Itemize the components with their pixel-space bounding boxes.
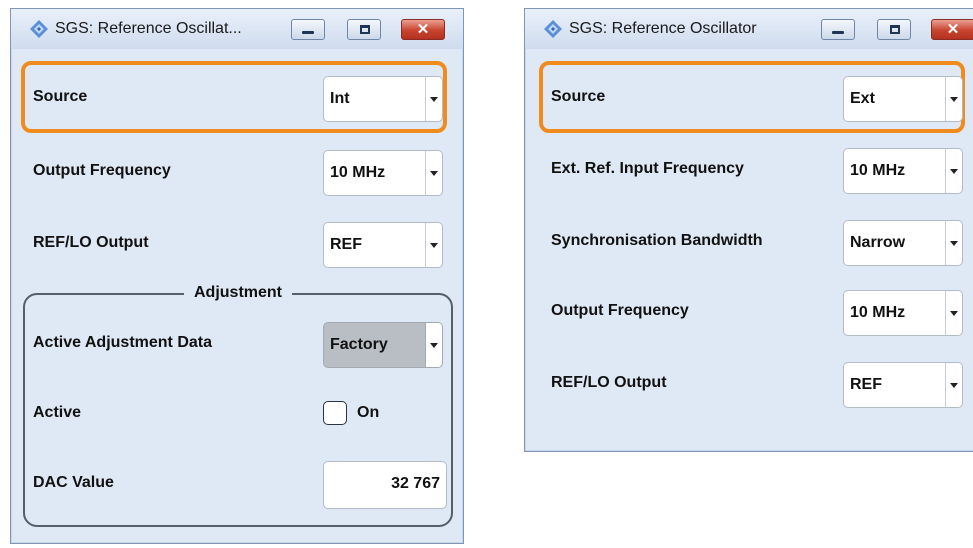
- title-bar[interactable]: SGS: Reference Oscillat... ✕: [11, 9, 463, 49]
- sync-bandwidth-row: Synchronisation Bandwidth Narrow: [525, 213, 973, 269]
- ref-lo-output-label: REF/LO Output: [551, 374, 667, 391]
- dac-value: 32 767: [391, 475, 440, 492]
- window-title: SGS: Reference Oscillator: [569, 20, 757, 37]
- sync-bandwidth-label: Synchronisation Bandwidth: [551, 232, 763, 249]
- chevron-down-icon[interactable]: [425, 223, 442, 267]
- ref-lo-output-value: REF: [330, 236, 362, 253]
- ref-lo-output-label: REF/LO Output: [33, 234, 149, 251]
- active-adjustment-data-label: Active Adjustment Data: [33, 334, 212, 351]
- close-icon: ✕: [416, 21, 430, 38]
- chevron-down-icon[interactable]: [425, 151, 442, 195]
- sync-bandwidth-select[interactable]: Narrow: [843, 220, 963, 266]
- source-value: Int: [330, 90, 350, 107]
- title-bar[interactable]: SGS: Reference Oscillator ✕: [525, 9, 973, 49]
- reference-oscillator-window-int: SGS: Reference Oscillat... ✕ Source Int …: [10, 8, 464, 544]
- dac-value-row: DAC Value 32 767: [11, 455, 463, 511]
- chevron-down-icon[interactable]: [945, 77, 962, 121]
- source-select[interactable]: Ext: [843, 76, 963, 122]
- source-row: Source Int: [11, 69, 463, 125]
- ref-lo-output-value: REF: [850, 376, 882, 393]
- active-adjustment-data-row: Active Adjustment Data Factory: [11, 315, 463, 371]
- active-adjustment-data-select[interactable]: Factory: [323, 322, 443, 368]
- window-title: SGS: Reference Oscillat...: [55, 20, 242, 37]
- output-frequency-row: Output Frequency 10 MHz: [11, 143, 463, 199]
- chevron-down-icon[interactable]: [945, 291, 962, 335]
- output-frequency-label: Output Frequency: [551, 302, 689, 319]
- minimize-icon: [302, 31, 314, 34]
- sync-bandwidth-value: Narrow: [850, 234, 906, 251]
- output-frequency-select[interactable]: 10 MHz: [843, 290, 963, 336]
- active-adjustment-data-value: Factory: [330, 336, 388, 353]
- ref-lo-output-row: REF/LO Output REF: [11, 215, 463, 271]
- active-label: Active: [33, 404, 82, 421]
- minimize-icon: [832, 31, 844, 34]
- active-checkbox-label[interactable]: On: [357, 385, 379, 441]
- adjustment-group-title: Adjustment: [25, 284, 451, 302]
- maximize-icon: [890, 25, 900, 34]
- close-button[interactable]: ✕: [931, 19, 973, 40]
- source-value: Ext: [850, 90, 875, 107]
- source-select[interactable]: Int: [323, 76, 443, 122]
- output-frequency-label: Output Frequency: [33, 162, 171, 179]
- dac-value-input[interactable]: 32 767: [323, 461, 447, 509]
- output-frequency-select[interactable]: 10 MHz: [323, 150, 443, 196]
- output-frequency-value: 10 MHz: [330, 164, 386, 181]
- source-label: Source: [551, 88, 606, 105]
- reference-oscillator-window-ext: SGS: Reference Oscillator ✕ Source Ext E…: [524, 8, 973, 452]
- chevron-down-icon[interactable]: [425, 323, 442, 367]
- ext-ref-input-frequency-label: Ext. Ref. Input Frequency: [551, 160, 744, 177]
- minimize-button[interactable]: [291, 19, 325, 40]
- source-row: Source Ext: [525, 69, 973, 125]
- close-button[interactable]: ✕: [401, 19, 445, 40]
- dac-value-label: DAC Value: [33, 474, 114, 491]
- maximize-button[interactable]: [347, 19, 381, 40]
- minimize-button[interactable]: [821, 19, 855, 40]
- diamond-logo-icon: [30, 20, 48, 38]
- chevron-down-icon[interactable]: [945, 363, 962, 407]
- ref-lo-output-select[interactable]: REF: [323, 222, 443, 268]
- chevron-down-icon[interactable]: [945, 221, 962, 265]
- ext-ref-input-frequency-value: 10 MHz: [850, 162, 906, 179]
- ext-ref-input-frequency-row: Ext. Ref. Input Frequency 10 MHz: [525, 141, 973, 197]
- ref-lo-output-select[interactable]: REF: [843, 362, 963, 408]
- output-frequency-value: 10 MHz: [850, 304, 906, 321]
- maximize-button[interactable]: [877, 19, 911, 40]
- close-icon: ✕: [946, 21, 960, 38]
- active-checkbox[interactable]: [323, 401, 347, 425]
- chevron-down-icon[interactable]: [425, 77, 442, 121]
- diamond-logo-icon: [544, 20, 562, 38]
- ext-ref-input-frequency-select[interactable]: 10 MHz: [843, 148, 963, 194]
- ref-lo-output-row: REF/LO Output REF: [525, 355, 973, 411]
- maximize-icon: [360, 25, 370, 34]
- source-label: Source: [33, 88, 88, 105]
- active-row: Active On: [11, 385, 463, 441]
- output-frequency-row: Output Frequency 10 MHz: [525, 283, 973, 339]
- chevron-down-icon[interactable]: [945, 149, 962, 193]
